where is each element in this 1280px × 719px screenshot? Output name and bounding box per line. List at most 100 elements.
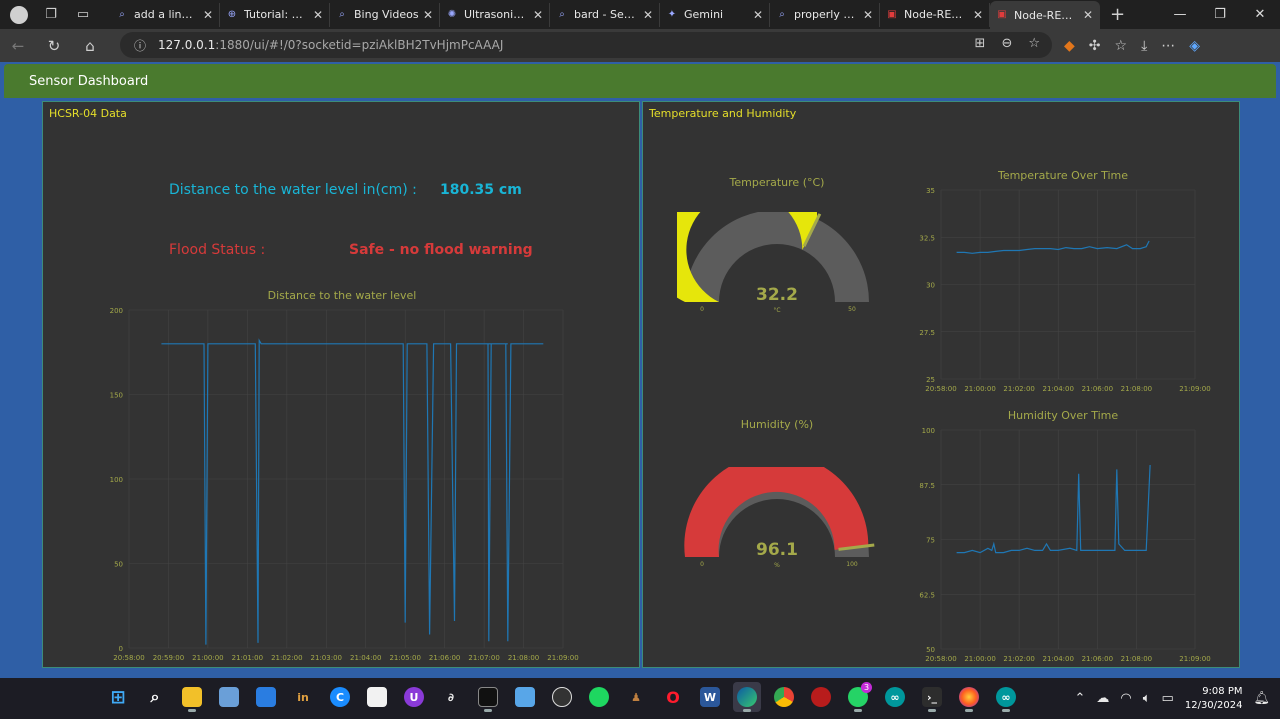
tab-2[interactable]: ⌕ Bing Videos ✕ xyxy=(330,2,440,27)
chevron-up-icon[interactable]: ⌃ xyxy=(1074,691,1085,706)
store-icon xyxy=(367,687,387,707)
site-info-icon[interactable]: ⓘ xyxy=(134,37,146,54)
taskbar-obs[interactable] xyxy=(548,682,576,712)
clock[interactable]: 9:08 PM 12/30/2024 xyxy=(1185,685,1243,713)
group-temperature-humidity: Temperature and Humidity Temperature (°C… xyxy=(642,101,1240,668)
taskbar-arduino-cloud[interactable]: ∂ xyxy=(437,682,465,712)
c-app-icon: C xyxy=(330,687,350,707)
taskbar-spotify[interactable] xyxy=(585,682,613,712)
globe-icon: ⊕ xyxy=(227,8,237,20)
taskbar-opera[interactable]: O xyxy=(659,682,687,712)
chart-title-humidity: Humidity Over Time xyxy=(1007,409,1119,422)
taskbar-terminal[interactable] xyxy=(474,682,502,712)
tab-8[interactable]: ▣ Node-RED D ✕ xyxy=(990,1,1100,29)
volume-icon[interactable]: 🔈︎ xyxy=(1143,691,1151,706)
downloads-icon[interactable]: ⤓ xyxy=(1141,38,1147,54)
tab-0[interactable]: ⌕ add a line ch ✕ xyxy=(110,2,220,27)
taskbar-arduino[interactable]: ∞ xyxy=(881,682,909,712)
favorite-star-icon[interactable]: ☆ xyxy=(1028,36,1040,51)
copilot-icon[interactable]: ◈ xyxy=(1189,38,1200,54)
chart-title-temperature: Temperature Over Time xyxy=(997,169,1129,182)
tab-close-icon[interactable]: ✕ xyxy=(533,8,543,22)
y-tick-label: 100 xyxy=(922,427,935,435)
reload-button[interactable]: ↻ xyxy=(36,37,72,55)
tab-close-icon[interactable]: ✕ xyxy=(313,8,323,22)
x-tick-label: 21:01:00 xyxy=(232,654,263,662)
metamask-icon[interactable]: ◆ xyxy=(1064,38,1075,54)
taskbar-apps: ⊞ ⌕ in C U ∂ ♟ O W 3 ∞ ›_ ∞ xyxy=(104,682,1020,712)
tab-close-icon[interactable]: ✕ xyxy=(643,8,653,22)
tab-close-icon[interactable]: ✕ xyxy=(973,8,983,22)
url-field[interactable]: ⓘ 127.0.0.1:1880/ui/#!/0?socketid=pziAkl… xyxy=(120,32,1052,58)
maximize-button[interactable]: ❐ xyxy=(1200,7,1240,22)
extensions-icon[interactable]: ✣ xyxy=(1089,38,1101,54)
taskbar-edge[interactable] xyxy=(733,682,761,712)
node-red-icon: ▣ xyxy=(997,9,1007,20)
search-icon: ⌕ xyxy=(559,8,565,20)
start-button[interactable]: ⊞ xyxy=(104,682,132,712)
taskbar-arduino-ide[interactable]: ∞ xyxy=(992,682,1020,712)
chart-distance: 0 50 100 150 200 20:58:00 20:59:00 21:00:00 21:0… xyxy=(110,307,579,662)
zoom-icon[interactable]: ⊖ xyxy=(1001,36,1012,51)
taskbar-word[interactable]: W xyxy=(696,682,724,712)
taskbar-red-app[interactable] xyxy=(807,682,835,712)
x-tick-label: 20:58:00 xyxy=(113,654,144,662)
tab-label: properly cust xyxy=(794,8,859,21)
notifications-bell-icon[interactable]: 🔔︎ xyxy=(1253,691,1270,706)
tab-close-icon[interactable]: ✕ xyxy=(423,8,433,22)
tab-7[interactable]: ▣ Node-RED : I ✕ xyxy=(880,2,990,27)
y-tick-label: 25 xyxy=(926,376,935,384)
app-available-icon[interactable]: ⊞ xyxy=(975,36,986,51)
more-menu-icon[interactable]: ⋯ xyxy=(1161,38,1175,54)
close-window-button[interactable]: ✕ xyxy=(1240,7,1280,22)
taskbar-photos[interactable] xyxy=(215,682,243,712)
folder-icon xyxy=(182,687,202,707)
tab-close-icon[interactable]: ✕ xyxy=(1083,8,1093,22)
character-icon: ♟ xyxy=(631,690,641,704)
taskbar-file-explorer[interactable] xyxy=(178,682,206,712)
home-button[interactable]: ⌂ xyxy=(72,37,108,55)
taskbar-character-app[interactable]: ♟ xyxy=(622,682,650,712)
tab-5[interactable]: ✦ Gemini ✕ xyxy=(660,2,770,27)
tab-actions-icon[interactable]: ▭ xyxy=(74,6,92,24)
favorites-icon[interactable]: ☆ xyxy=(1115,38,1128,54)
tab-4[interactable]: ⌕ bard - Search ✕ xyxy=(550,2,660,27)
taskbar-u-app[interactable]: U xyxy=(400,682,428,712)
tab-close-icon[interactable]: ✕ xyxy=(203,8,213,22)
distance-label: Distance to the water level in(cm) : xyxy=(169,182,417,198)
chart-humidity: 50 62.5 75 87.5 100 20:58:00 21:00:00 21:02:00 2… xyxy=(919,427,1210,663)
gauge-max-label: 50 xyxy=(848,306,856,313)
wifi-icon[interactable]: ◠ xyxy=(1120,691,1131,706)
dashboard-header: Sensor Dashboard xyxy=(4,64,1276,98)
taskbar: ⊞ ⌕ in C U ∂ ♟ O W 3 ∞ ›_ ∞ ⌃ ☁ ◠ 🔈︎ ▭ 9… xyxy=(0,678,1280,719)
taskbar-c-app[interactable]: C xyxy=(326,682,354,712)
taskbar-notepad[interactable] xyxy=(511,682,539,712)
back-button[interactable]: ← xyxy=(0,37,36,55)
taskbar-firefox[interactable] xyxy=(955,682,983,712)
group-hcsr: HCSR-04 Data Distance to the water level… xyxy=(42,101,640,668)
taskbar-terminal-2[interactable]: ›_ xyxy=(918,682,946,712)
taskbar-store[interactable] xyxy=(363,682,391,712)
whatsapp-badge: 3 xyxy=(861,682,872,693)
taskbar-whatsapp[interactable]: 3 xyxy=(844,682,872,712)
dashboard-body: HCSR-04 Data Distance to the water level… xyxy=(4,98,1276,675)
firefox-icon xyxy=(959,687,979,707)
workspaces-icon[interactable]: ❐ xyxy=(42,6,60,24)
group-title-hcsr: HCSR-04 Data xyxy=(49,107,127,120)
tab-6[interactable]: ⌕ properly cust ✕ xyxy=(770,2,880,27)
tab-1[interactable]: ⊕ Tutorial: Nod ✕ xyxy=(220,2,330,27)
taskbar-in-app[interactable]: in xyxy=(289,682,317,712)
cloud-icon[interactable]: ☁ xyxy=(1096,691,1109,706)
clock-date: 12/30/2024 xyxy=(1184,699,1243,711)
tabstrip-lead: ❐ ▭ xyxy=(0,5,110,24)
tab-close-icon[interactable]: ✕ xyxy=(753,8,763,22)
minimize-button[interactable]: — xyxy=(1160,7,1200,22)
tab-3[interactable]: ✺ Ultrasonic Se ✕ xyxy=(440,2,550,27)
search-button[interactable]: ⌕ xyxy=(141,682,169,712)
taskbar-files[interactable] xyxy=(252,682,280,712)
profile-avatar[interactable] xyxy=(10,5,28,24)
taskbar-chrome[interactable] xyxy=(770,682,798,712)
tab-close-icon[interactable]: ✕ xyxy=(863,8,873,22)
new-tab-button[interactable]: + xyxy=(1110,4,1125,25)
battery-icon[interactable]: ▭ xyxy=(1162,691,1174,706)
